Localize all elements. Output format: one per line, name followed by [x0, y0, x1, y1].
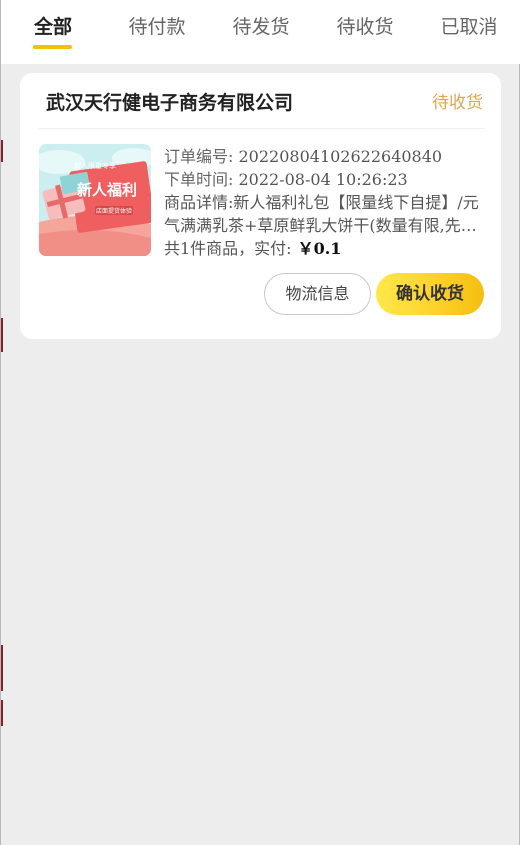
active-tab-indicator	[33, 45, 72, 49]
banner-sub-text: 店面提货体验	[96, 207, 132, 215]
order-status: 待收货	[432, 93, 483, 113]
order-number-label: 订单编号:	[164, 147, 234, 166]
tab-pending-payment[interactable]: 待付款	[127, 12, 187, 42]
order-time-label: 下单时间:	[164, 170, 234, 189]
shop-name: 武汉天行健电子商务有限公司	[46, 92, 294, 114]
left-edge-mark	[1, 700, 3, 726]
banner-main-text: 新人福利	[77, 181, 137, 199]
order-time-row: 下单时间: 2022-08-04 10:26:23	[164, 168, 486, 191]
order-card[interactable]: 武汉天行健电子商务有限公司 待收货 新人限量专享 新人福利 店面提货体验 订单编…	[20, 73, 501, 339]
order-number-row: 订单编号: 20220804102622640840	[164, 145, 486, 168]
order-status-tabs: 全部 待付款 待发货 待收货 已取消	[1, 0, 520, 64]
app-screen: 全部 待付款 待发货 待收货 已取消 武汉天行健电子商务有限公司 待收货 新人限…	[0, 0, 520, 845]
confirm-receipt-button[interactable]: 确认收货	[376, 273, 484, 315]
order-time: 2022-08-04 10:26:23	[238, 170, 408, 189]
order-total-label: 共1件商品，实付:	[164, 239, 292, 258]
order-price: ￥0.1	[297, 239, 342, 258]
product-detail-label: 商品详情:	[164, 193, 234, 212]
banner-top-text: 新人限量专享	[74, 161, 116, 170]
order-info: 订单编号: 20220804102622640840 下单时间: 2022-08…	[164, 145, 486, 260]
left-edge-mark	[1, 318, 3, 352]
tab-all[interactable]: 全部	[33, 12, 73, 42]
card-divider	[39, 128, 485, 129]
order-number: 20220804102622640840	[238, 147, 443, 166]
product-image: 新人限量专享 新人福利 店面提货体验	[39, 144, 151, 256]
logistics-info-button[interactable]: 物流信息	[264, 273, 371, 315]
product-detail-row: 商品详情:新人福利礼包【限量线下自提】/元气满满乳茶+草原鲜乳大饼干(数量有限,…	[164, 191, 486, 237]
product-thumbnail[interactable]: 新人限量专享 新人福利 店面提货体验	[39, 144, 151, 256]
left-edge-mark	[1, 140, 3, 162]
tab-pending-shipment[interactable]: 待发货	[231, 12, 291, 42]
order-total-row: 共1件商品，实付: ￥0.1	[164, 237, 486, 260]
tab-cancelled[interactable]: 已取消	[439, 12, 499, 42]
tab-pending-receipt[interactable]: 待收货	[335, 12, 395, 42]
left-edge-mark	[1, 645, 3, 691]
